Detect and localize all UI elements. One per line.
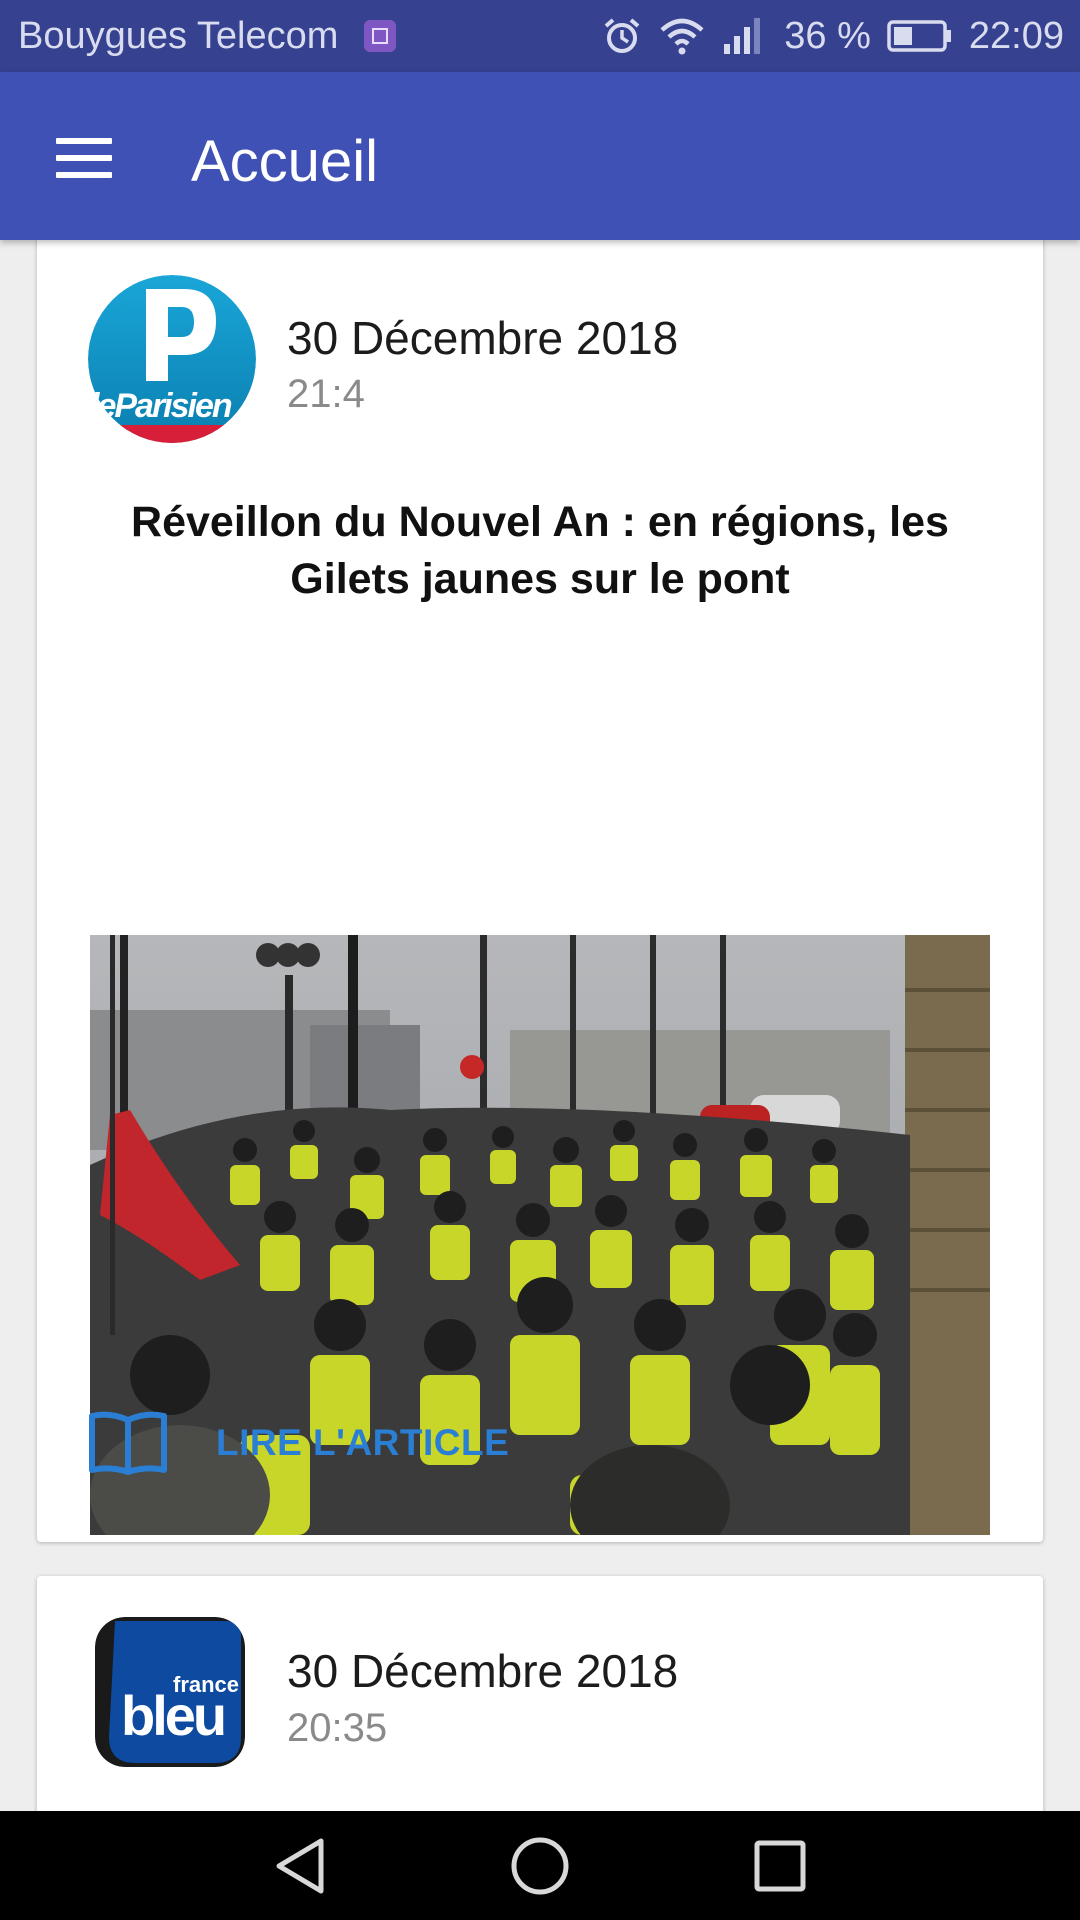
back-icon xyxy=(276,1838,324,1893)
app-bar: Accueil xyxy=(0,72,1080,240)
page-title: Accueil xyxy=(191,129,378,194)
navigation-bar xyxy=(0,1811,1080,1920)
article-headline: Réveillon du Nouvel An : en régions, les… xyxy=(131,498,949,603)
francebleu-logo: france bleu xyxy=(95,1617,245,1767)
menu-icon[interactable] xyxy=(56,138,112,178)
leparisien-logo: leParisien .fr xyxy=(88,275,256,443)
gallery-icon xyxy=(364,20,396,52)
read-article-button[interactable]: LIRE L'ARTICLE xyxy=(88,1408,588,1478)
article-date: 30 Décembre 2018 xyxy=(287,1645,679,1697)
back-button[interactable] xyxy=(220,1811,380,1920)
carrier-name: Bouygues Telecom xyxy=(18,15,339,57)
signal-icon xyxy=(724,18,761,54)
alarm-icon xyxy=(604,18,640,53)
svg-text:.fr: .fr xyxy=(244,391,256,424)
article-card[interactable]: france bleu 30 Décembre 2018 20:35 xyxy=(37,1576,1043,1811)
battery-icon xyxy=(887,20,951,52)
recents-icon xyxy=(754,1840,806,1891)
logo-text: leParisien xyxy=(90,387,232,425)
recents-button[interactable] xyxy=(700,1811,860,1920)
feed-list[interactable]: leParisien .fr 30 Décembre 2018 21:4 Rév… xyxy=(0,240,1080,1811)
home-icon xyxy=(511,1837,569,1894)
article-date: 30 Décembre 2018 xyxy=(287,312,679,364)
clock: 22:09 xyxy=(968,14,1064,57)
battery-percent: 36 % xyxy=(784,14,871,57)
article-card[interactable]: leParisien .fr 30 Décembre 2018 21:4 Rév… xyxy=(37,240,1043,1542)
home-button[interactable] xyxy=(460,1811,620,1920)
wifi-icon xyxy=(660,18,704,55)
article-time: 21:4 xyxy=(287,372,365,416)
status-bar: Bouygues Telecom 36 % 22:09 xyxy=(0,0,1080,72)
status-icons: 36 % 22:09 xyxy=(602,12,1064,60)
read-article-label: LIRE L'ARTICLE xyxy=(216,1422,510,1463)
svg-text:bleu: bleu xyxy=(121,1684,224,1747)
article-time: 20:35 xyxy=(287,1706,388,1750)
book-icon xyxy=(89,1411,167,1475)
